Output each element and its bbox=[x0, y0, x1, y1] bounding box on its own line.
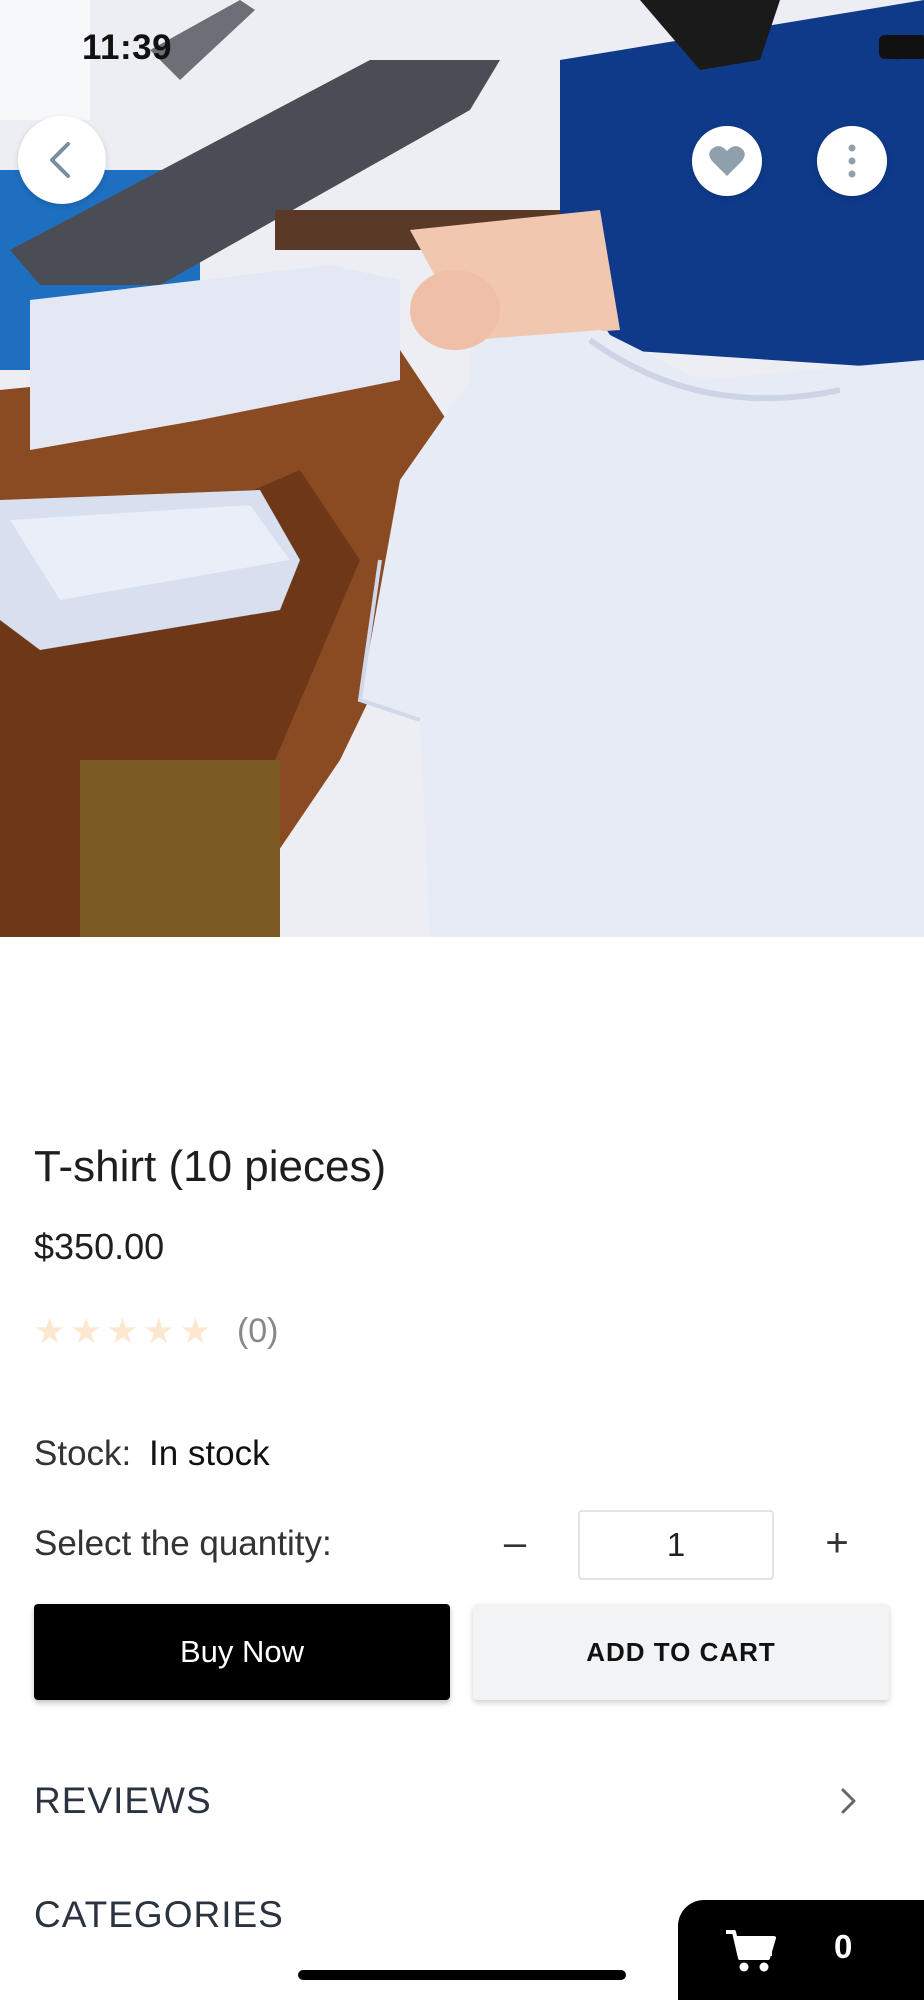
cart-count: 0 bbox=[834, 1928, 853, 1965]
favorite-button[interactable] bbox=[692, 126, 762, 196]
rating-count: (0) bbox=[236, 1312, 279, 1350]
quantity-label: Select the quantity: bbox=[34, 1524, 332, 1563]
stock-status: Stock: In stock bbox=[34, 1434, 270, 1474]
star-icon: ★ bbox=[34, 1312, 66, 1351]
floating-cart-button[interactable]: 0 bbox=[678, 1900, 924, 2000]
quantity-input[interactable] bbox=[578, 1510, 774, 1580]
battery-icon bbox=[879, 35, 924, 59]
star-icon: ★ bbox=[106, 1312, 139, 1351]
reviews-label: REVIEWS bbox=[34, 1780, 212, 1821]
reviews-row[interactable]: REVIEWS bbox=[34, 1780, 890, 1822]
cart-icon bbox=[726, 1930, 776, 1972]
categories-label: CATEGORIES bbox=[34, 1894, 284, 1935]
product-image: 11:39 bbox=[0, 0, 924, 937]
rating-stars: ★ ★ ★ ★ ★ bbox=[34, 1314, 211, 1349]
stock-label: Stock: bbox=[34, 1434, 132, 1473]
rating-summary[interactable]: ★ ★ ★ ★ ★ (0) bbox=[34, 1312, 279, 1351]
product-price: $350.00 bbox=[34, 1226, 165, 1267]
status-time: 11:39 bbox=[82, 28, 173, 67]
home-indicator bbox=[298, 1970, 626, 1980]
back-button[interactable] bbox=[18, 116, 106, 204]
stock-value: In stock bbox=[149, 1434, 270, 1473]
add-to-cart-button[interactable]: ADD TO CART bbox=[473, 1604, 889, 1700]
star-icon: ★ bbox=[70, 1312, 102, 1351]
chevron-left-icon bbox=[50, 142, 70, 178]
star-icon: ★ bbox=[143, 1312, 175, 1351]
increase-quantity-button[interactable]: + bbox=[807, 1512, 867, 1574]
chevron-right-icon bbox=[841, 1788, 856, 1814]
product-photo bbox=[0, 0, 924, 937]
buy-now-button[interactable]: Buy Now bbox=[34, 1604, 450, 1700]
heart-icon bbox=[709, 146, 745, 176]
more-options-button[interactable] bbox=[817, 126, 887, 196]
star-icon: ★ bbox=[179, 1312, 211, 1351]
more-vertical-icon bbox=[848, 144, 856, 178]
product-title: T-shirt (10 pieces) bbox=[34, 1142, 387, 1191]
decrease-quantity-button[interactable]: – bbox=[485, 1512, 545, 1574]
